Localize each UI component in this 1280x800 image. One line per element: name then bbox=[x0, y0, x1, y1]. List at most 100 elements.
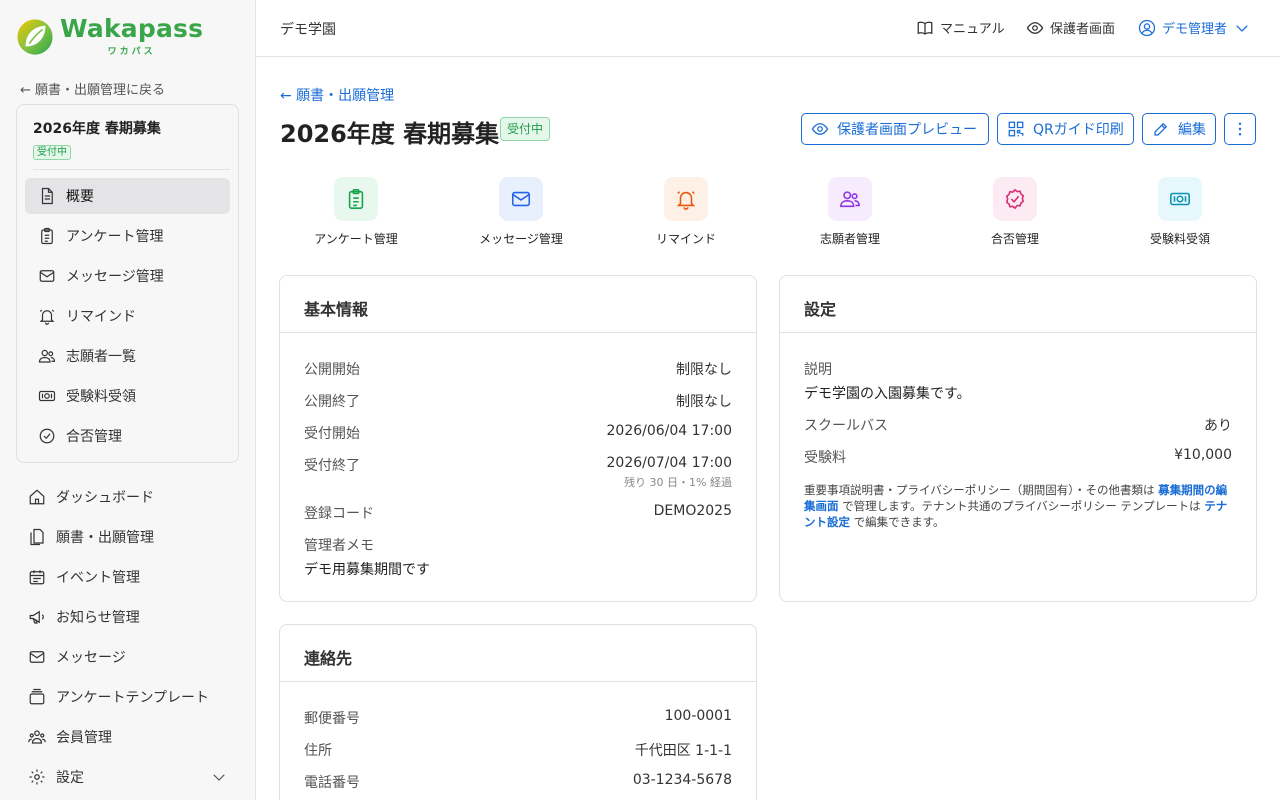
subnav-survey[interactable]: アンケート管理 bbox=[25, 218, 230, 254]
manual-button[interactable]: マニュアル bbox=[916, 18, 1005, 37]
note-text: で管理します。テナント共通のプライバシーポリシー テンプレートは bbox=[838, 499, 1205, 513]
manual-label: マニュアル bbox=[940, 22, 1005, 37]
mail-icon bbox=[28, 648, 46, 666]
documents-note: 重要事項説明書・プライバシーポリシー（期間固有）・その他書類は 募集期間の編集画… bbox=[804, 482, 1232, 530]
nav-settings[interactable]: 設定 bbox=[28, 762, 228, 792]
qr-guide-print-button[interactable]: QRガイド印刷 bbox=[997, 113, 1134, 145]
mail-icon bbox=[38, 267, 56, 285]
book-icon bbox=[916, 19, 934, 37]
row-value: 03-1234-5678 bbox=[632, 772, 732, 788]
shortcut-label: 受験料受領 bbox=[1149, 232, 1210, 246]
guardian-preview-button[interactable]: 保護者画面プレビュー bbox=[801, 113, 989, 145]
nav-label: アンケートテンプレート bbox=[56, 690, 210, 706]
note-text: で編集できます。 bbox=[850, 515, 945, 529]
nav-announcements[interactable]: お知らせ管理 bbox=[28, 602, 238, 632]
nav-survey-templates[interactable]: アンケートテンプレート bbox=[28, 682, 238, 712]
edit-icon bbox=[1152, 120, 1170, 138]
megaphone-icon bbox=[28, 608, 46, 626]
divider bbox=[280, 332, 756, 333]
users-icon bbox=[38, 347, 56, 365]
mail-icon bbox=[499, 177, 543, 221]
page-title: 2026年度 春期募集 bbox=[280, 120, 500, 148]
shortcut-applicants[interactable]: 志願者管理 bbox=[780, 177, 920, 247]
shortcut-label: アンケート管理 bbox=[314, 232, 398, 246]
shortcut-label: メッセージ管理 bbox=[479, 232, 563, 246]
shortcut-survey[interactable]: アンケート管理 bbox=[286, 177, 426, 247]
shortcut-remind[interactable]: リマインド bbox=[616, 177, 756, 247]
eye-icon bbox=[1026, 19, 1044, 37]
row-value: 千代田区 1-1-1 bbox=[634, 743, 732, 759]
qr-guide-print-label: QRガイド印刷 bbox=[1033, 122, 1124, 138]
shortcut-label: リマインド bbox=[655, 232, 716, 246]
registration-code: DEMO2025 bbox=[653, 503, 732, 519]
back-to-applications-link[interactable]: ← 願書・出願管理に戻る bbox=[20, 79, 165, 98]
nav-dashboard[interactable]: ダッシュボード bbox=[28, 482, 238, 512]
description-value: デモ学園の入園募集です。 bbox=[804, 386, 971, 402]
shortcut-results[interactable]: 合否管理 bbox=[945, 177, 1085, 247]
subnav-remind[interactable]: リマインド bbox=[25, 298, 230, 334]
nav-members[interactable]: 会員管理 bbox=[28, 722, 238, 752]
row-label: 受付開始 bbox=[304, 426, 360, 442]
row-label: 受付終了 bbox=[304, 458, 360, 474]
guardian-view-button[interactable]: 保護者画面 bbox=[1026, 18, 1115, 37]
nav-label: イベント管理 bbox=[56, 570, 140, 586]
user-menu-button[interactable]: デモ管理者 bbox=[1138, 18, 1251, 37]
user-circle-icon bbox=[1138, 19, 1156, 37]
edit-button[interactable]: 編集 bbox=[1142, 113, 1216, 145]
campaign-status-badge: 受付中 bbox=[33, 145, 71, 160]
guardian-preview-label: 保護者画面プレビュー bbox=[837, 122, 977, 138]
row-label: 郵便番号 bbox=[304, 711, 360, 727]
contact-card: 連絡先 郵便番号 100-0001 住所 千代田区 1-1-1 電話番号 03-… bbox=[279, 624, 757, 800]
nav-messages[interactable]: メッセージ bbox=[28, 642, 238, 672]
row-value: 制限なし bbox=[676, 394, 732, 410]
memo-label: 管理者メモ bbox=[304, 538, 374, 554]
eye-icon bbox=[811, 120, 829, 138]
subnav-messages[interactable]: メッセージ管理 bbox=[25, 258, 230, 294]
shortcut-label: 合否管理 bbox=[990, 232, 1039, 246]
subnav-label: リマインド bbox=[66, 309, 136, 325]
chevron-down-icon[interactable] bbox=[210, 768, 228, 786]
brand-kana: ワカパス bbox=[107, 47, 156, 57]
shortcut-label: 志願者管理 bbox=[819, 232, 880, 246]
card-title: 設定 bbox=[804, 300, 837, 319]
home-icon bbox=[28, 488, 46, 506]
nav-applications[interactable]: 願書・出願管理 bbox=[28, 522, 238, 552]
subnav-label: 合否管理 bbox=[66, 429, 122, 445]
sidebar: Wakapass ワカパス ← 願書・出願管理に戻る 2026年度 春期募集 受… bbox=[0, 0, 256, 800]
row-value: 2026/06/04 17:00 bbox=[606, 423, 733, 439]
memo-value: デモ用募集期間です bbox=[304, 562, 430, 578]
breadcrumb-applications[interactable]: ← 願書・出願管理 bbox=[280, 85, 394, 105]
calendar-icon bbox=[28, 568, 46, 586]
divider bbox=[280, 681, 756, 682]
shortcut-messages[interactable]: メッセージ管理 bbox=[451, 177, 591, 247]
nav-label: メッセージ bbox=[56, 650, 126, 666]
nav-label: お知らせ管理 bbox=[56, 610, 140, 626]
top-header: デモ学園 マニュアル 保護者画面 デモ管理者 bbox=[256, 0, 1280, 57]
note-text: 重要事項説明書・プライバシーポリシー（期間固有）・その他書類は bbox=[804, 483, 1159, 497]
row-value: 100-0001 bbox=[664, 708, 732, 724]
basic-info-card: 基本情報 公開開始 制限なし 公開終了 制限なし 受付開始 2026/06/04… bbox=[279, 275, 757, 602]
nav-label: 願書・出願管理 bbox=[56, 530, 154, 546]
nav-events[interactable]: イベント管理 bbox=[28, 562, 238, 592]
check-circle-icon bbox=[38, 427, 56, 445]
nav-label: 設定 bbox=[56, 770, 84, 786]
edit-label: 編集 bbox=[1178, 122, 1206, 138]
subnav-label: 概要 bbox=[66, 189, 94, 205]
clipboard-icon bbox=[334, 177, 378, 221]
shortcut-fee[interactable]: 受験料受領 bbox=[1110, 177, 1250, 247]
chevron-down-icon bbox=[1233, 19, 1251, 37]
money-icon bbox=[38, 387, 56, 405]
more-menu-button[interactable] bbox=[1224, 113, 1256, 145]
row-value: ¥10,000 bbox=[1174, 447, 1232, 463]
subnav-results[interactable]: 合否管理 bbox=[25, 418, 230, 454]
subnav-fee[interactable]: 受験料受領 bbox=[25, 378, 230, 414]
school-name: デモ学園 bbox=[280, 22, 336, 38]
description-label: 説明 bbox=[804, 362, 832, 378]
gear-icon bbox=[28, 768, 46, 786]
subnav-label: アンケート管理 bbox=[66, 229, 164, 245]
subnav-label: メッセージ管理 bbox=[66, 269, 164, 285]
divider bbox=[33, 169, 230, 170]
subnav-overview[interactable]: 概要 bbox=[25, 178, 230, 214]
logo[interactable]: Wakapass ワカパス bbox=[16, 16, 203, 57]
subnav-applicants[interactable]: 志願者一覧 bbox=[25, 338, 230, 374]
